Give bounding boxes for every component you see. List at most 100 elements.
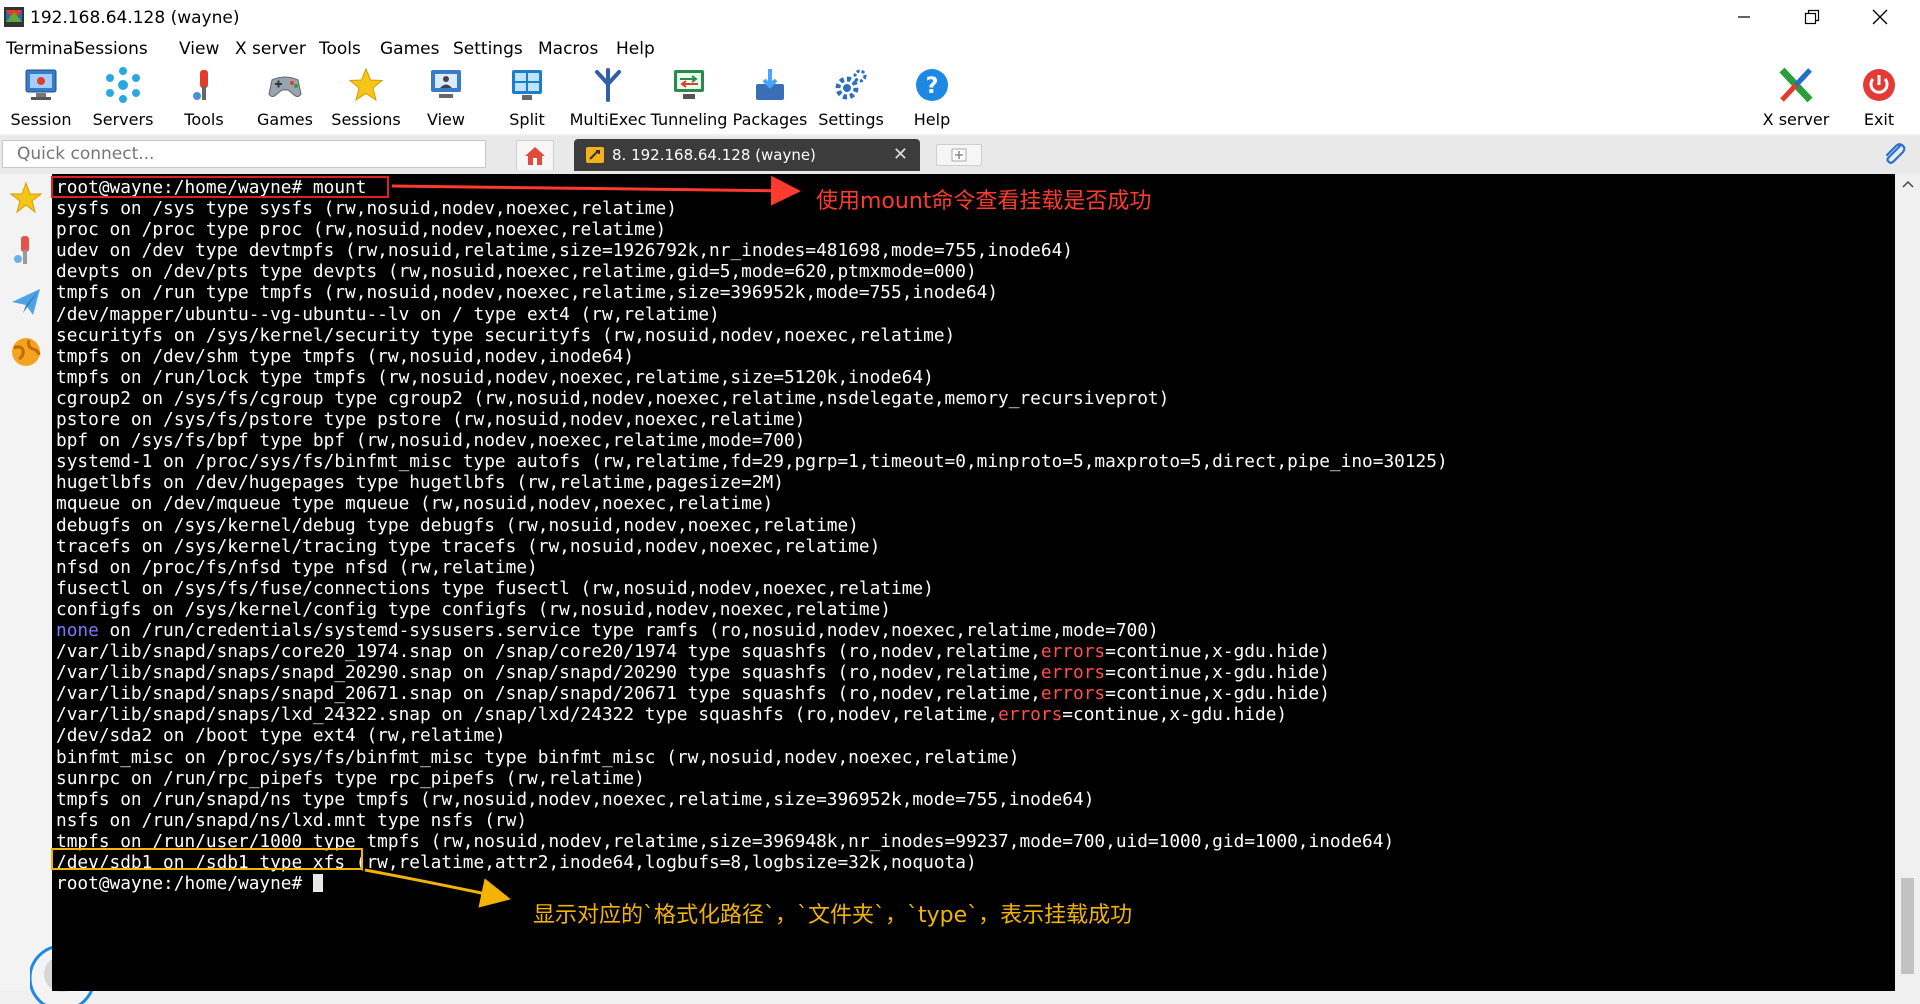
- scroll-thumb[interactable]: [1901, 878, 1914, 974]
- terminal-line: debugfs on /sys/kernel/debug type debugf…: [56, 515, 1448, 536]
- terminal-line: /var/lib/snapd/snaps/lxd_24322.snap on /…: [56, 704, 1448, 725]
- menu-tools[interactable]: Tools: [319, 39, 361, 59]
- terminal-text-segment: /var/lib/snapd/snaps/lxd_24322.snap on /…: [56, 704, 999, 726]
- session-icon: [25, 69, 57, 100]
- terminal-text-segment: /dev/sda2 on /boot type ext4 (rw,relatim…: [56, 725, 506, 747]
- sidebar-tools[interactable]: [4, 228, 48, 272]
- terminal-line: mqueue on /dev/mqueue type mqueue (rw,no…: [56, 493, 1448, 514]
- terminal-line: proc on /proc type proc (rw,nosuid,nodev…: [56, 219, 1448, 240]
- terminal-text-segment: hugetlbfs on /dev/hugepages type hugetlb…: [56, 472, 784, 494]
- toolbar-servers-button[interactable]: Servers: [83, 66, 163, 132]
- menu-terminal[interactable]: Terminal: [6, 39, 78, 59]
- toolbar-session-button[interactable]: Session: [1, 66, 81, 132]
- plus-icon: [951, 148, 967, 162]
- terminal-text-segment: bpf on /sys/fs/bpf type bpf (rw,nosuid,n…: [56, 430, 806, 452]
- terminal-text-segment: proc on /proc type proc (rw,nosuid,nodev…: [56, 219, 667, 241]
- terminal-line: devpts on /dev/pts type devpts (rw,nosui…: [56, 261, 1448, 282]
- split-icon: [512, 70, 542, 100]
- terminal-text-segment: /var/lib/snapd/snaps/snapd_20671.snap on…: [56, 683, 1041, 705]
- send-icon: [12, 289, 40, 315]
- terminal-text-segment: errors: [1040, 662, 1106, 684]
- toolbar-view-button[interactable]: View: [406, 66, 486, 132]
- toolbar-split-button[interactable]: Split: [487, 66, 567, 132]
- games-icon: [268, 76, 302, 97]
- menu-macros[interactable]: Macros: [538, 39, 598, 59]
- terminal-line: nsfs on /run/snapd/ns/lxd.mnt type nsfs …: [56, 810, 1448, 831]
- toolbar-help-button[interactable]: ? Help: [892, 66, 972, 132]
- terminal-text-segment: tmpfs on /run type tmpfs (rw,nosuid,node…: [56, 282, 999, 304]
- terminal-text-segment: pstore on /sys/fs/pstore type pstore (rw…: [56, 409, 806, 431]
- toolbar-multiexec-button[interactable]: MultiExec: [568, 66, 648, 132]
- toolbar-tools-button[interactable]: Tools: [164, 66, 244, 132]
- terminal-text-segment: on /run/credentials/systemd-sysusers.ser…: [98, 619, 1159, 641]
- terminal-text-segment: securityfs on /sys/kernel/security type …: [56, 324, 956, 346]
- home-tab[interactable]: [516, 140, 554, 170]
- main-toolbar: Session Servers Tools Games Sessions Vie…: [0, 62, 1920, 134]
- sidebar-send[interactable]: [4, 280, 48, 324]
- sessions-star-icon: [348, 67, 384, 102]
- tunneling-icon: [674, 70, 704, 99]
- menu-settings[interactable]: Settings: [453, 39, 523, 59]
- menu-x-server[interactable]: X server: [235, 39, 306, 59]
- terminal-line: tracefs on /sys/kernel/tracing type trac…: [56, 536, 1448, 557]
- view-icon: [431, 70, 461, 98]
- scroll-up-icon[interactable]: [1902, 180, 1914, 188]
- terminal-text-segment: /var/lib/snapd/snaps/snapd_20290.snap on…: [56, 662, 1041, 684]
- tab-session-8[interactable]: 8. 192.168.64.128 (wayne) ✕: [574, 139, 920, 171]
- new-tab-button[interactable]: [936, 144, 982, 166]
- toolbar-exit-button[interactable]: Exit: [1839, 66, 1919, 132]
- terminal-line: binfmt_misc on /proc/sys/fs/binfmt_misc …: [56, 747, 1448, 768]
- quick-connect-input[interactable]: [2, 140, 486, 168]
- terminal-cursor: [312, 874, 323, 893]
- toolbar-tunneling-button[interactable]: Tunneling: [649, 66, 729, 132]
- macros-globe-icon: [12, 338, 41, 366]
- sidebar-macros[interactable]: [4, 330, 48, 374]
- window-title: 192.168.64.128 (wayne): [30, 8, 240, 28]
- terminal-line: /var/lib/snapd/snaps/core20_1974.snap on…: [56, 641, 1448, 662]
- close-icon: [1872, 9, 1888, 25]
- left-sidebar: [0, 174, 96, 1004]
- terminal-line: tmpfs on /run/lock type tmpfs (rw,nosuid…: [56, 367, 1448, 388]
- menu-games[interactable]: Games: [380, 39, 439, 59]
- toolbar-sessions-button[interactable]: Sessions: [326, 66, 406, 132]
- title-bar: 192.168.64.128 (wayne): [0, 0, 1920, 34]
- terminal-text-segment: errors: [1040, 641, 1106, 663]
- terminal-text-segment: errors: [1040, 683, 1106, 705]
- toolbar-games-button[interactable]: Games: [245, 66, 325, 132]
- minimize-icon: [1738, 16, 1750, 18]
- terminal-text-segment: configfs on /sys/kernel/config type conf…: [56, 598, 892, 620]
- menu-sessions[interactable]: Sessions: [74, 39, 148, 59]
- terminal-text-segment: tracefs on /sys/kernel/tracing type trac…: [56, 535, 881, 557]
- terminal-scrollbar[interactable]: [1895, 174, 1920, 991]
- terminal-line: udev on /dev type devtmpfs (rw,nosuid,re…: [56, 240, 1448, 261]
- terminal-text-segment: udev on /dev type devtmpfs (rw,nosuid,re…: [56, 240, 1073, 262]
- terminal-text-segment: sunrpc on /run/rpc_pipefs type rpc_pipef…: [56, 767, 645, 789]
- terminal-line: /var/lib/snapd/snaps/snapd_20290.snap on…: [56, 662, 1448, 683]
- settings-gear-icon: [835, 69, 867, 100]
- terminal-text-segment: systemd-1 on /proc/sys/fs/binfmt_misc ty…: [56, 451, 1448, 473]
- menu-help[interactable]: Help: [616, 39, 655, 59]
- terminal-line: bpf on /sys/fs/bpf type bpf (rw,nosuid,n…: [56, 430, 1448, 451]
- paperclip-icon[interactable]: [1880, 140, 1908, 168]
- terminal-text: root@wayne:/home/wayne# mount sysfs on /s…: [56, 177, 1448, 894]
- terminal-line: configfs on /sys/kernel/config type conf…: [56, 599, 1448, 620]
- close-window-button[interactable]: [1852, 0, 1908, 34]
- toolbar-xserver-button[interactable]: X server: [1756, 66, 1836, 132]
- terminal-line: /dev/sda2 on /boot type ext4 (rw,relatim…: [56, 725, 1448, 746]
- terminal-text-segment: =continue,x-gdu.hide): [1105, 662, 1330, 684]
- tab-close-icon[interactable]: ✕: [893, 144, 908, 165]
- terminal-line: fusectl on /sys/fs/fuse/connections type…: [56, 578, 1448, 599]
- help-icon: ?: [916, 69, 948, 101]
- toolbar-settings-button[interactable]: Settings: [811, 66, 891, 132]
- packages-icon: [756, 69, 784, 100]
- minimize-button[interactable]: [1716, 0, 1772, 34]
- menu-view[interactable]: View: [179, 39, 219, 59]
- sidebar-favorites[interactable]: [4, 176, 48, 220]
- terminal-text-segment: tmpfs on /run/snapd/ns type tmpfs (rw,no…: [56, 788, 1095, 810]
- multiexec-icon: [595, 68, 621, 102]
- toolbar-packages-button[interactable]: Packages: [730, 66, 810, 132]
- terminal-line: securityfs on /sys/kernel/security type …: [56, 325, 1448, 346]
- tools-icon: [193, 70, 208, 100]
- terminal-text-segment: nfsd on /proc/fs/nfsd type nfsd (rw,rela…: [56, 556, 538, 578]
- restore-button[interactable]: [1784, 0, 1840, 34]
